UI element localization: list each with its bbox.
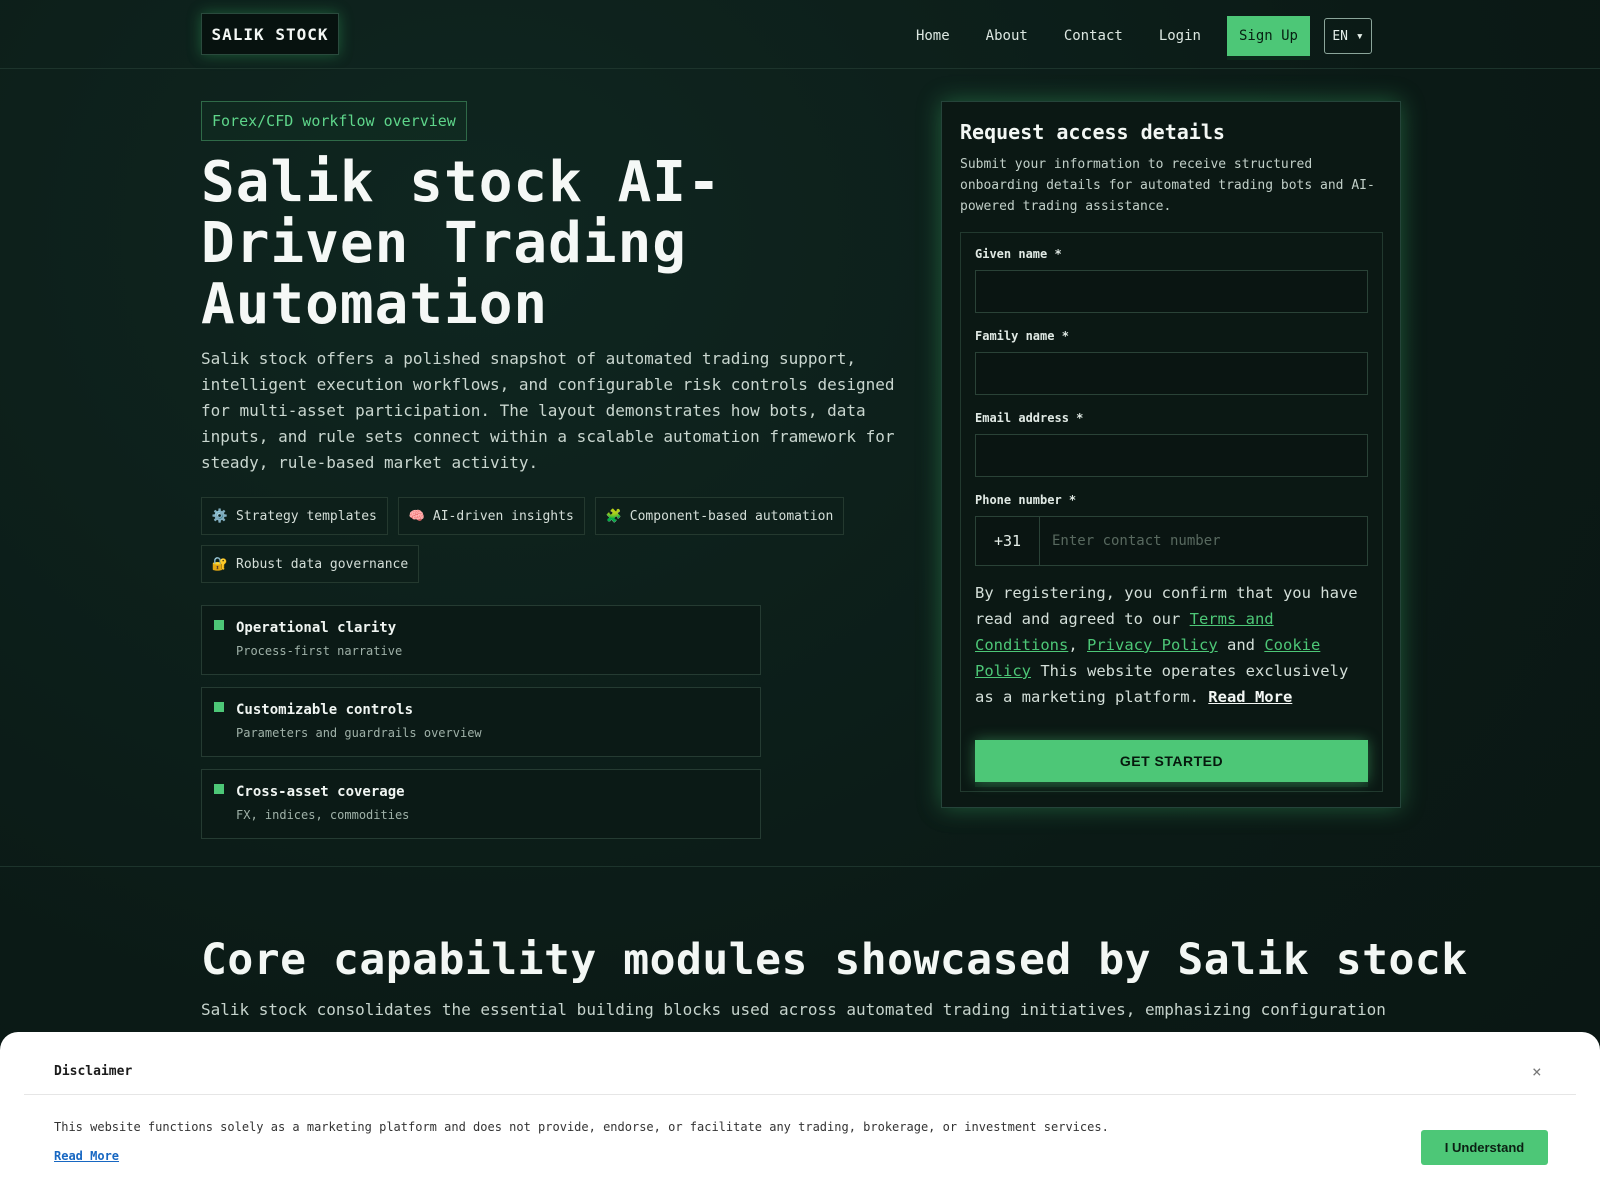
logo[interactable]: SALIK STOCK — [201, 13, 339, 55]
chip-label: Strategy templates — [236, 508, 377, 524]
nav-about[interactable]: About — [986, 28, 1028, 44]
feature-title: Customizable controls — [236, 702, 414, 718]
email-label: Email address * — [975, 411, 1084, 425]
phone-country-code[interactable]: +31 — [976, 517, 1040, 565]
chip-label: AI-driven insights — [432, 508, 574, 524]
disclaimer-banner: Disclaimer × This website functions sole… — [0, 1032, 1600, 1200]
brain-icon: 🧠 — [408, 508, 425, 524]
section-title: Core capability modules showcased by Sal… — [201, 935, 1468, 985]
get-started-button[interactable]: GET STARTED — [975, 740, 1368, 782]
legal-comma: , — [1068, 636, 1087, 654]
legal-text: By registering, you confirm that you hav… — [975, 580, 1368, 710]
chip-ai-insights: 🧠 AI-driven insights — [397, 497, 585, 535]
feature-subtitle: Process-first narrative — [236, 644, 403, 658]
language-selector[interactable]: EN ▾ — [1324, 18, 1372, 54]
phone-label: Phone number * — [975, 493, 1077, 507]
nav-contact[interactable]: Contact — [1064, 28, 1123, 44]
given-name-label: Given name * — [975, 247, 1062, 261]
chip-label: Component-based automation — [629, 508, 834, 524]
disclaimer-divider — [24, 1094, 1576, 1095]
read-more-link[interactable]: Read More — [1208, 688, 1292, 706]
registration-form: Given name * Family name * Email address… — [960, 232, 1383, 792]
square-bullet-icon — [214, 702, 224, 712]
close-icon[interactable]: × — [1532, 1062, 1542, 1081]
hero-title: Salik stock AI-Driven Trading Automation — [201, 150, 722, 337]
feature-card: Customizable controls Parameters and gua… — [201, 687, 761, 757]
chip-component-automation: 🧩 Component-based automation — [594, 497, 845, 535]
lock-icon: 🔐 — [211, 556, 229, 572]
given-name-input[interactable] — [975, 270, 1368, 313]
hero-eyebrow: Forex/CFD workflow overview — [201, 101, 467, 141]
request-access-card: Request access details Submit your infor… — [941, 101, 1401, 808]
chip-label: Robust data governance — [236, 556, 409, 572]
privacy-link[interactable]: Privacy Policy — [1087, 636, 1218, 654]
understand-button[interactable]: I Understand — [1421, 1130, 1548, 1165]
family-name-input[interactable] — [975, 352, 1368, 395]
legal-prefix: By registering, you confirm that you hav… — [975, 584, 1358, 628]
signup-button[interactable]: Sign Up — [1226, 16, 1310, 56]
form-subtitle: Submit your information to receive struc… — [960, 157, 1375, 214]
feature-title: Cross-asset coverage — [236, 784, 405, 800]
disclaimer-text: This website functions solely as a marke… — [54, 1120, 1109, 1134]
chip-strategy-templates: ⚙️ Strategy templates — [201, 497, 388, 535]
phone-field: +31 — [975, 516, 1368, 566]
feature-subtitle: Parameters and guardrails overview — [236, 726, 482, 740]
feature-list: Operational clarity Process-first narrat… — [201, 605, 761, 851]
disclaimer-title: Disclaimer — [54, 1064, 133, 1079]
nav-home[interactable]: Home — [916, 28, 950, 44]
hero-description: Salik stock offers a polished snapshot o… — [201, 349, 895, 472]
section-divider — [0, 866, 1600, 867]
chip-data-governance: 🔐 Robust data governance — [201, 545, 420, 583]
legal-and: and — [1217, 636, 1265, 654]
nav-login[interactable]: Login — [1159, 28, 1201, 44]
square-bullet-icon — [214, 784, 224, 794]
square-bullet-icon — [214, 620, 224, 630]
feature-card: Operational clarity Process-first narrat… — [201, 605, 761, 675]
form-title: Request access details — [960, 120, 1225, 144]
site-header: SALIK STOCK Home About Contact Login Sig… — [0, 0, 1600, 69]
section-description: Salik stock consolidates the essential b… — [201, 1000, 1386, 1019]
phone-input[interactable] — [1040, 517, 1367, 565]
family-name-label: Family name * — [975, 329, 1069, 343]
puzzle-icon: 🧩 — [605, 508, 622, 524]
disclaimer-read-more-link[interactable]: Read More — [54, 1149, 119, 1163]
feature-card: Cross-asset coverage FX, indices, commod… — [201, 769, 761, 839]
gear-icon: ⚙️ — [211, 508, 229, 524]
feature-subtitle: FX, indices, commodities — [236, 808, 410, 822]
feature-title: Operational clarity — [236, 620, 397, 636]
email-input[interactable] — [975, 434, 1368, 477]
feature-chips: ⚙️ Strategy templates 🧠 AI-driven insigh… — [201, 497, 901, 583]
main-nav: Home About Contact Login Sign Up EN ▾ — [916, 16, 1372, 56]
